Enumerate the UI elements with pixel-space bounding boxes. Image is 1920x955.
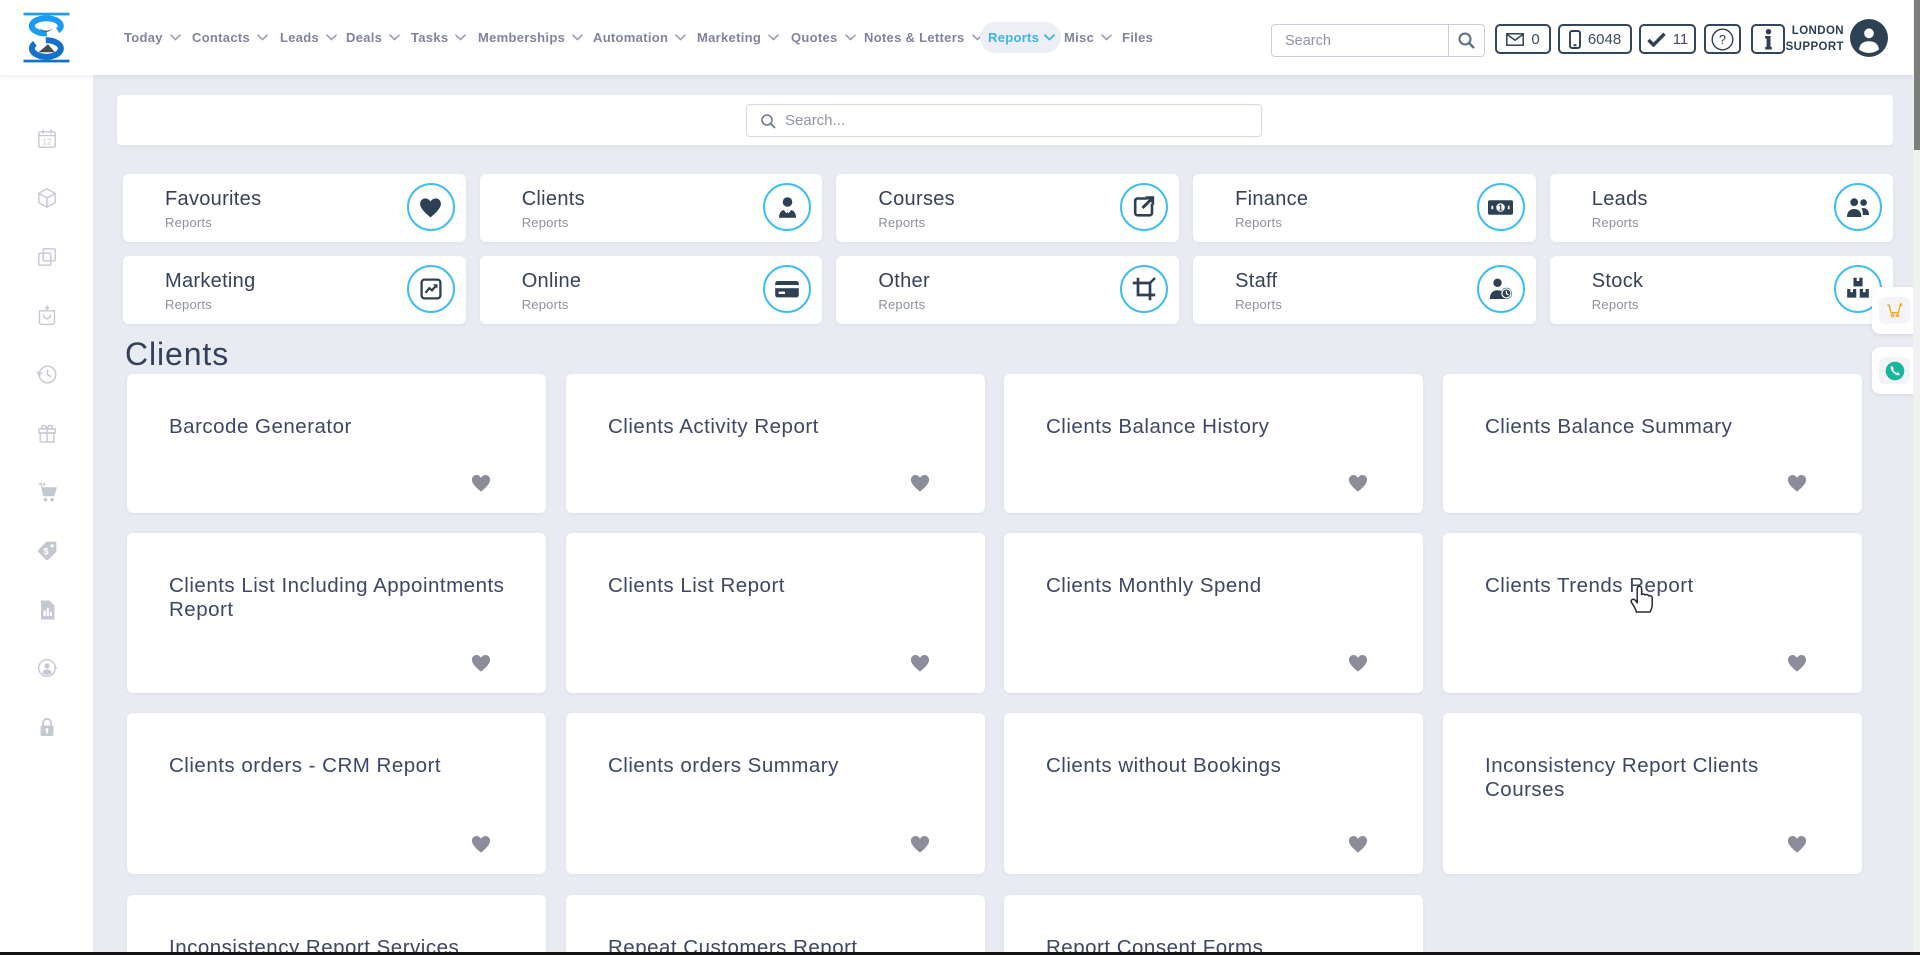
svg-text:?: ? (1719, 33, 1726, 47)
svg-text:1: 1 (1499, 202, 1504, 212)
svg-text:12: 12 (43, 137, 52, 146)
svg-text:$: $ (43, 547, 48, 557)
